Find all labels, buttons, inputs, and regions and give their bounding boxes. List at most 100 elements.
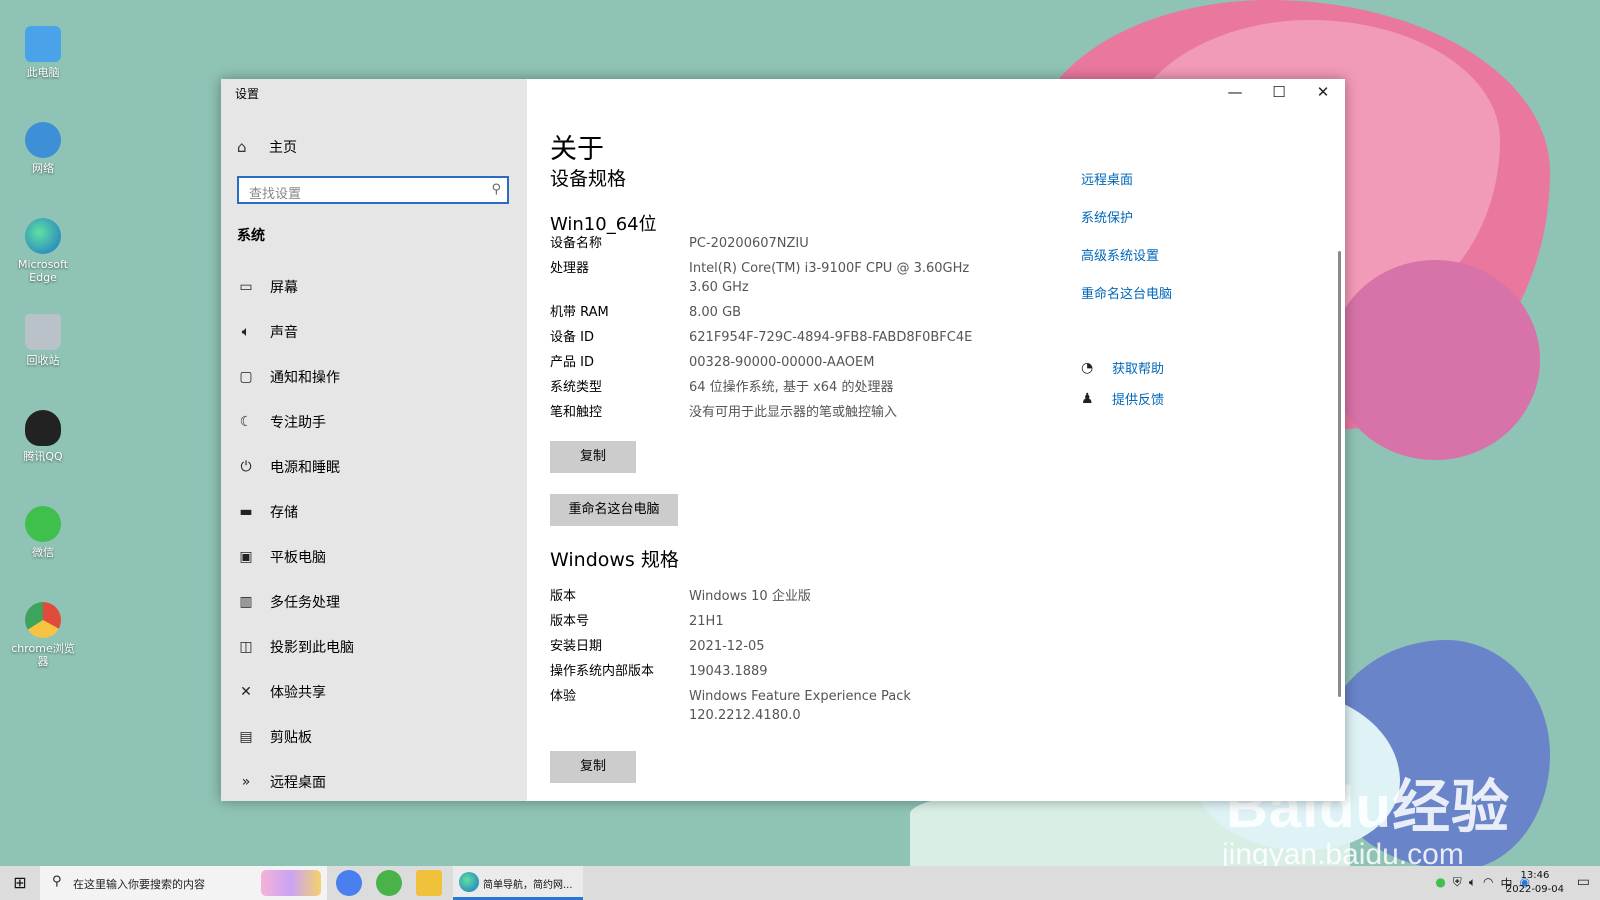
sidebar-item-notifications[interactable]: ▢ 通知和操作 bbox=[221, 354, 527, 399]
wifi-icon[interactable]: ◠ bbox=[1483, 875, 1493, 892]
link-advanced-system-settings[interactable]: 高级系统设置 bbox=[1081, 245, 1172, 283]
help-link-label: 提供反馈 bbox=[1112, 393, 1165, 408]
give-feedback-link[interactable]: ♟ 提供反馈 bbox=[1081, 383, 1164, 414]
spec-row: 操作系统内部版本 19043.1889 bbox=[550, 662, 1020, 681]
edge-icon bbox=[459, 872, 479, 892]
taskbar-search-box[interactable]: ⚲ 在这里输入你要搜索的内容 bbox=[40, 866, 327, 900]
sidebar-item-focus-assist[interactable]: ☾ 专注助手 bbox=[221, 399, 527, 444]
desktop-icon-network[interactable]: 网络 bbox=[8, 122, 78, 212]
spec-row: 体验 Windows Feature Experience Pack 120.221… bbox=[550, 687, 1020, 725]
sidebar-item-label: 投影到此电脑 bbox=[270, 639, 354, 656]
sidebar-item-label: 剪贴板 bbox=[270, 729, 312, 746]
close-button[interactable]: ✕ bbox=[1301, 79, 1345, 107]
search-icon: ⚲ bbox=[52, 874, 62, 889]
clock-date: 2022-09-04 bbox=[1505, 884, 1564, 895]
taskbar-clock[interactable]: 13:46 2022-09-04 bbox=[1506, 869, 1564, 897]
desktop-icon-label: 网络 bbox=[32, 162, 54, 175]
processor-line-2: 3.60 GHz bbox=[689, 280, 749, 295]
desktop-icon-wechat[interactable]: 微信 bbox=[8, 506, 78, 596]
sidebar-item-sound[interactable]: 🔈︎ 声音 bbox=[221, 309, 527, 354]
file-explorer-icon[interactable] bbox=[416, 870, 442, 896]
computer-icon bbox=[25, 26, 61, 62]
spec-row: 版本 Windows 10 企业版 bbox=[550, 587, 1020, 606]
taskbar-app-icon[interactable] bbox=[376, 870, 402, 896]
link-remote-desktop[interactable]: 远程桌面 bbox=[1081, 169, 1172, 207]
security-icon[interactable]: ⛨ bbox=[1453, 875, 1462, 892]
notification-center-icon[interactable]: ▭ bbox=[1577, 874, 1590, 890]
windows-start-icon[interactable]: ⊞ bbox=[0, 866, 40, 900]
taskbar-search-placeholder: 在这里输入你要搜索的内容 bbox=[73, 878, 205, 891]
taskbar-window-title: 简单导航，简约网... bbox=[483, 880, 573, 891]
spec-row: 产品 ID 00328-90000-00000-AAOEM bbox=[550, 353, 1020, 372]
sidebar-item-power-sleep[interactable]: ⏻ 电源和睡眠 bbox=[221, 444, 527, 489]
wechat-tray-icon[interactable]: ● bbox=[1435, 875, 1445, 892]
device-spec-list: 设备名称 PC-20200607NZIU 处理器 Intel(R) Core(TM)… bbox=[550, 234, 1020, 428]
windows-spec-list: 版本 Windows 10 企业版 版本号 21H1 安装日期 2021-12-05 … bbox=[550, 587, 1020, 731]
copy-windows-spec-button[interactable]: 复制 bbox=[550, 751, 636, 783]
settings-sidebar: 设置 ⌂ 主页 查找设置 ⚲ 系统 ▭ 屏幕 🔈︎ 声音 ▢ 通知和操作 ☾ 专注助手 … bbox=[221, 79, 527, 801]
spec-key: 版本号 bbox=[550, 614, 590, 629]
clock-time: 13:46 bbox=[1520, 870, 1550, 881]
home-nav-item[interactable]: ⌂ 主页 bbox=[237, 135, 297, 159]
desktop-icon-label: 腾讯QQ bbox=[23, 450, 63, 463]
edge-icon bbox=[25, 218, 61, 254]
desktop-icon-qq[interactable]: 腾讯QQ bbox=[8, 410, 78, 500]
experience-line-2: 120.2212.4180.0 bbox=[689, 708, 801, 723]
taskbar: ⊞ ⚲ 在这里输入你要搜索的内容 简单导航，简约网... ● ⛨ 🔈︎ ◠ 中 … bbox=[0, 866, 1600, 900]
link-system-protection[interactable]: 系统保护 bbox=[1081, 207, 1172, 245]
sidebar-item-label: 通知和操作 bbox=[270, 369, 340, 386]
rename-pc-button[interactable]: 重命名这台电脑 bbox=[550, 494, 678, 526]
clipboard-icon: ▤ bbox=[239, 728, 253, 745]
sidebar-item-label: 平板电脑 bbox=[270, 549, 326, 566]
windows-spec-heading: Windows 规格 bbox=[550, 549, 679, 571]
taskbar-edge-window[interactable]: 简单导航，简约网... bbox=[453, 866, 583, 900]
network-icon bbox=[25, 122, 61, 158]
volume-icon[interactable]: 🔈︎ bbox=[1469, 875, 1476, 892]
desktop-icon-edge[interactable]: Microsoft Edge bbox=[8, 218, 78, 308]
wallpaper-pom-pom bbox=[1330, 260, 1540, 460]
desktop-icon-chrome[interactable]: chrome浏览器 bbox=[8, 602, 78, 692]
storage-icon: ▬ bbox=[239, 503, 253, 520]
minimize-button[interactable]: — bbox=[1213, 79, 1257, 107]
device-spec-heading: 设备规格 bbox=[550, 168, 627, 190]
spec-value: 19043.1889 bbox=[689, 664, 768, 679]
sidebar-item-remote-desktop[interactable]: » 远程桌面 bbox=[221, 759, 527, 801]
related-settings: 远程桌面 系统保护 高级系统设置 重命名这台电脑 bbox=[1081, 169, 1172, 321]
monitor-icon: ▭ bbox=[239, 278, 253, 295]
spec-key: 机带 RAM bbox=[550, 305, 609, 320]
tablet-icon: ▣ bbox=[239, 548, 253, 565]
home-label: 主页 bbox=[269, 140, 297, 156]
link-rename-pc[interactable]: 重命名这台电脑 bbox=[1081, 283, 1172, 321]
sidebar-item-display[interactable]: ▭ 屏幕 bbox=[221, 264, 527, 309]
project-icon: ◫ bbox=[239, 638, 253, 655]
sidebar-item-shared-experiences[interactable]: ✕ 体验共享 bbox=[221, 669, 527, 714]
copy-device-spec-button[interactable]: 复制 bbox=[550, 441, 636, 473]
content-scrollbar[interactable] bbox=[1338, 251, 1341, 697]
experience-line-1: Windows Feature Experience Pack bbox=[689, 689, 911, 704]
sidebar-item-clipboard[interactable]: ▤ 剪贴板 bbox=[221, 714, 527, 759]
help-links: ◔ 获取帮助 ♟ 提供反馈 bbox=[1081, 352, 1164, 414]
desktop-icon-this-pc[interactable]: 此电脑 bbox=[8, 26, 78, 116]
device-name-heading: Win10_64位 bbox=[550, 214, 657, 235]
spec-row: 处理器 Intel(R) Core(TM) i3-9100F CPU @ 3.60… bbox=[550, 259, 1020, 297]
spec-key: 安装日期 bbox=[550, 639, 603, 654]
power-icon: ⏻ bbox=[240, 458, 252, 475]
search-icon[interactable]: ⚲ bbox=[491, 182, 501, 197]
spec-row: 版本号 21H1 bbox=[550, 612, 1020, 631]
taskbar-app-icon[interactable] bbox=[336, 870, 362, 896]
multitask-icon: ▥ bbox=[239, 593, 253, 610]
settings-search-input[interactable]: 查找设置 ⚲ bbox=[237, 176, 509, 204]
wechat-icon bbox=[25, 506, 61, 542]
help-link-label: 获取帮助 bbox=[1112, 362, 1165, 377]
spec-row: 设备名称 PC-20200607NZIU bbox=[550, 234, 1020, 253]
sidebar-item-label: 电源和睡眠 bbox=[270, 459, 340, 476]
maximize-button[interactable]: ☐ bbox=[1257, 79, 1301, 107]
sidebar-item-tablet[interactable]: ▣ 平板电脑 bbox=[221, 534, 527, 579]
settings-window: 设置 ⌂ 主页 查找设置 ⚲ 系统 ▭ 屏幕 🔈︎ 声音 ▢ 通知和操作 ☾ 专注助手 … bbox=[221, 79, 1345, 801]
sidebar-item-projecting[interactable]: ◫ 投影到此电脑 bbox=[221, 624, 527, 669]
sidebar-item-storage[interactable]: ▬ 存储 bbox=[221, 489, 527, 534]
sidebar-item-multitasking[interactable]: ▥ 多任务处理 bbox=[221, 579, 527, 624]
get-help-link[interactable]: ◔ 获取帮助 bbox=[1081, 352, 1164, 383]
desktop-icon-recycle-bin[interactable]: 回收站 bbox=[8, 314, 78, 404]
spec-value: Windows 10 企业版 bbox=[689, 589, 811, 604]
